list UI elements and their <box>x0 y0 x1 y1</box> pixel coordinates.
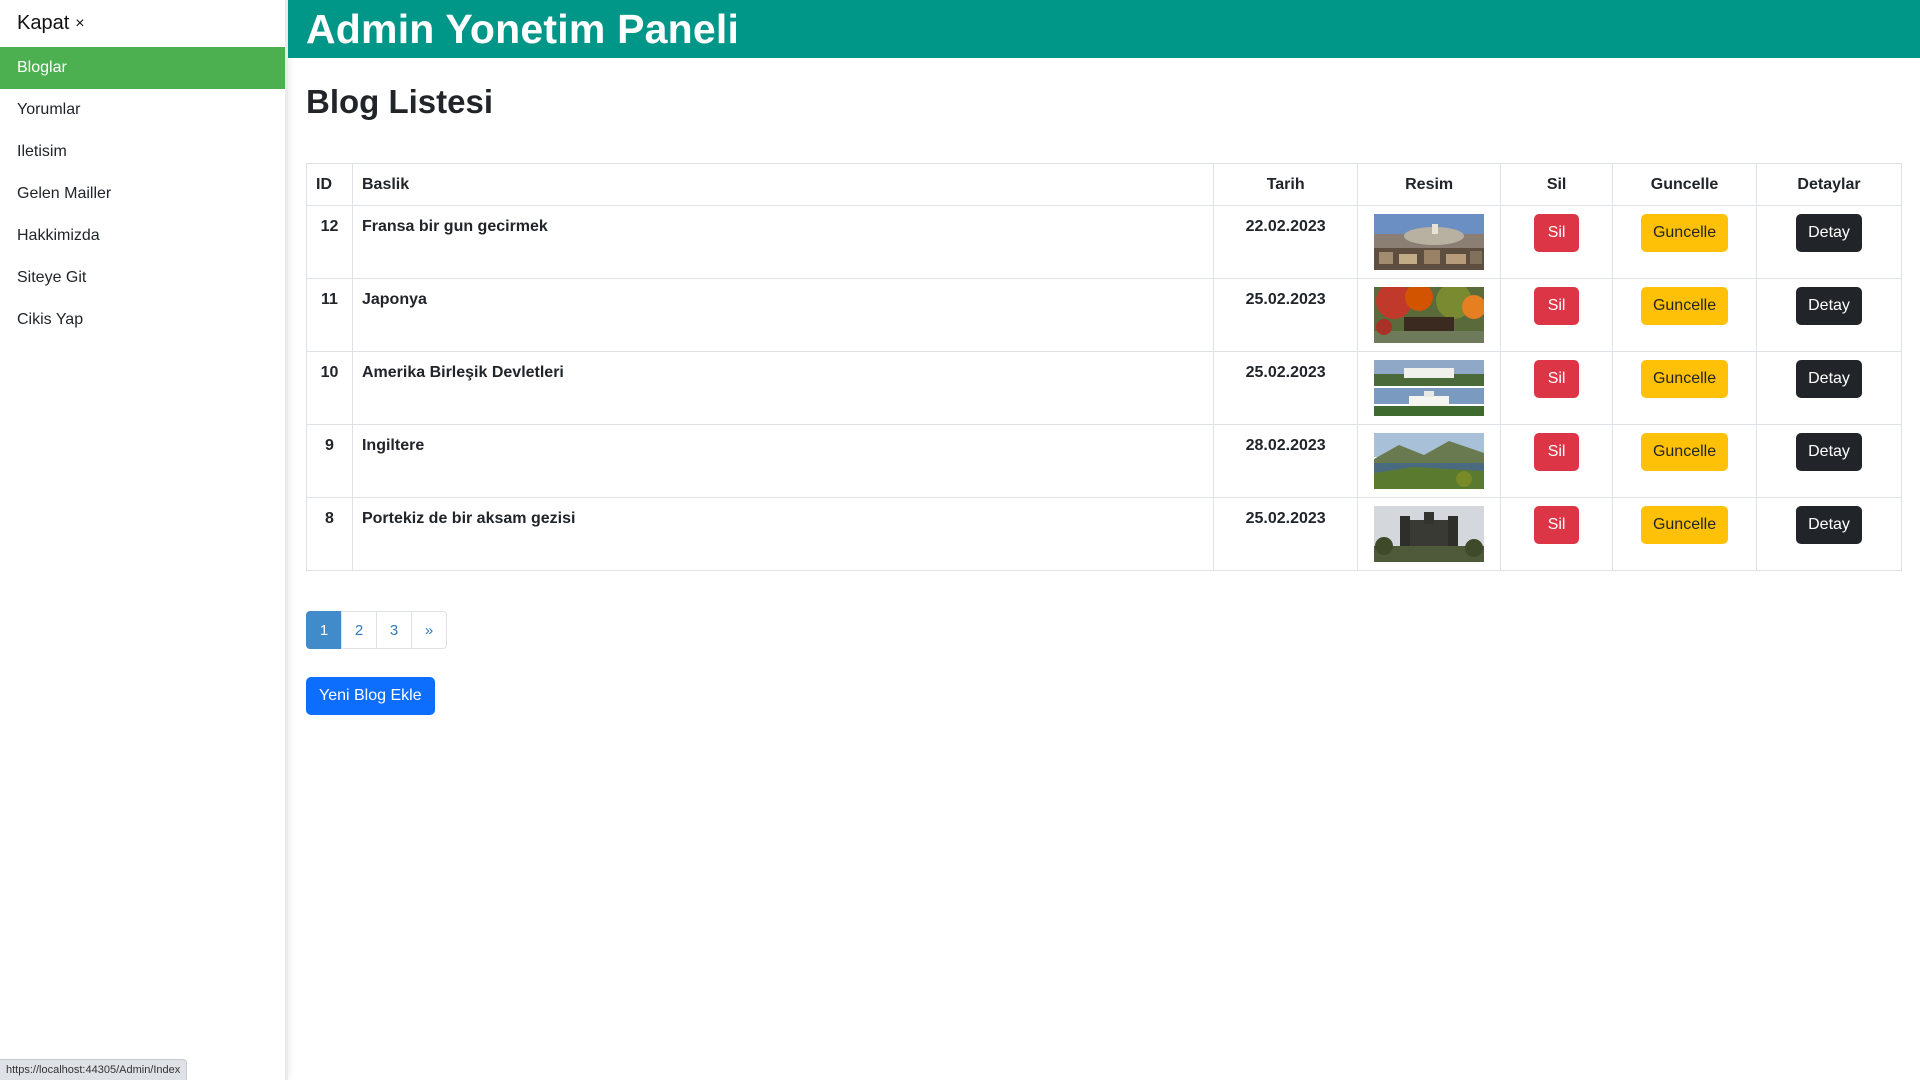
details-button[interactable]: Detay <box>1796 360 1862 398</box>
update-button[interactable]: Guncelle <box>1640 214 1729 252</box>
cell-date: 25.02.2023 <box>1213 278 1359 352</box>
table-row: 8 Portekiz de bir aksam gezisi 25.02.202… <box>306 497 1902 571</box>
cell-id: 8 <box>306 497 353 571</box>
page-title: Blog Listesi <box>306 83 494 120</box>
delete-button[interactable]: Sil <box>1533 506 1580 544</box>
blog-thumbnail-england <box>1374 433 1485 489</box>
page-link-2[interactable]: 2 <box>341 611 377 649</box>
sidebar-item-gelen-mailler[interactable]: Gelen Mailler <box>0 173 285 215</box>
close-label: Kapat <box>17 12 70 34</box>
table-row: 11 Japonya 25.02.2023 Sil Guncelle Detay <box>306 278 1902 352</box>
cell-image <box>1357 497 1502 571</box>
cell-id: 10 <box>306 351 353 425</box>
sidebar-close-button[interactable]: Kapat × <box>0 0 285 47</box>
cell-id: 11 <box>306 278 353 352</box>
delete-button[interactable]: Sil <box>1533 360 1580 398</box>
cell-date: 22.02.2023 <box>1213 205 1359 279</box>
status-bar-url: https://localhost:44305/Admin/Index <box>0 1059 188 1080</box>
blog-thumbnail-portugal <box>1374 506 1485 562</box>
cell-update: Guncelle <box>1612 351 1758 425</box>
cell-id: 12 <box>306 205 353 279</box>
cell-update: Guncelle <box>1612 278 1758 352</box>
cell-details: Detay <box>1756 278 1902 352</box>
column-header-guncelle: Guncelle <box>1612 163 1758 206</box>
sidebar-item-bloglar[interactable]: Bloglar <box>0 47 285 89</box>
main-content: Blog Listesi ID Baslik Tarih Resim Sil G… <box>306 58 1902 715</box>
cell-image <box>1357 424 1502 498</box>
details-button[interactable]: Detay <box>1796 287 1862 325</box>
header-title: Admin Yonetim Paneli <box>306 5 740 52</box>
page-link-1[interactable]: 1 <box>306 611 342 649</box>
update-button[interactable]: Guncelle <box>1640 360 1729 398</box>
cell-delete: Sil <box>1500 205 1614 279</box>
update-button[interactable]: Guncelle <box>1640 287 1729 325</box>
page-link-3[interactable]: 3 <box>376 611 412 649</box>
update-button[interactable]: Guncelle <box>1640 433 1729 471</box>
cell-update: Guncelle <box>1612 424 1758 498</box>
table-header-row: ID Baslik Tarih Resim Sil Guncelle Detay… <box>306 163 1902 206</box>
sidebar-item-yorumlar[interactable]: Yorumlar <box>0 89 285 131</box>
cell-details: Detay <box>1756 351 1902 425</box>
top-header: Admin Yonetim Paneli <box>288 0 1920 58</box>
table-row: 10 Amerika Birleşik Devletleri 25.02.202… <box>306 351 1902 425</box>
sidebar-item-hakkimizda[interactable]: Hakkimizda <box>0 215 285 257</box>
cell-date: 28.02.2023 <box>1213 424 1359 498</box>
cell-details: Detay <box>1756 424 1902 498</box>
delete-button[interactable]: Sil <box>1533 287 1580 325</box>
column-header-detaylar: Detaylar <box>1756 163 1902 206</box>
sidebar-item-siteye-git[interactable]: Siteye Git <box>0 257 285 299</box>
column-header-sil: Sil <box>1500 163 1614 206</box>
cell-update: Guncelle <box>1612 497 1758 571</box>
column-header-tarih: Tarih <box>1213 163 1359 206</box>
cell-details: Detay <box>1756 497 1902 571</box>
table-row: 12 Fransa bir gun gecirmek 22.02.2023 Si… <box>306 205 1902 279</box>
cell-date: 25.02.2023 <box>1213 497 1359 571</box>
details-button[interactable]: Detay <box>1796 214 1862 252</box>
cell-title: Fransa bir gun gecirmek <box>351 205 1215 279</box>
cell-image <box>1357 351 1502 425</box>
sidebar: Kapat × Bloglar Yorumlar Iletisim Gelen … <box>0 0 288 1080</box>
add-blog-button[interactable]: Yeni Blog Ekle <box>306 677 435 715</box>
cell-update: Guncelle <box>1612 205 1758 279</box>
details-button[interactable]: Detay <box>1796 506 1862 544</box>
blog-thumbnail-japan <box>1374 287 1485 343</box>
cell-delete: Sil <box>1500 424 1614 498</box>
cell-title: Ingiltere <box>351 424 1215 498</box>
cell-date: 25.02.2023 <box>1213 351 1359 425</box>
cell-title: Portekiz de bir aksam gezisi <box>351 497 1215 571</box>
details-button[interactable]: Detay <box>1796 433 1862 471</box>
column-header-resim: Resim <box>1357 163 1502 206</box>
blog-thumbnail-paris <box>1374 214 1485 270</box>
column-header-id: ID <box>306 163 353 206</box>
cell-details: Detay <box>1756 205 1902 279</box>
column-header-baslik: Baslik <box>351 163 1215 206</box>
pagination: 1 2 3 » <box>306 611 1902 649</box>
cell-delete: Sil <box>1500 278 1614 352</box>
sidebar-item-cikis-yap[interactable]: Cikis Yap <box>0 299 285 341</box>
page-next-link[interactable]: » <box>411 611 447 649</box>
cell-image <box>1357 205 1502 279</box>
sidebar-item-iletisim[interactable]: Iletisim <box>0 131 285 173</box>
delete-button[interactable]: Sil <box>1533 433 1580 471</box>
blog-thumbnail-white-house <box>1374 360 1485 416</box>
blog-table: ID Baslik Tarih Resim Sil Guncelle Detay… <box>306 163 1902 571</box>
cell-delete: Sil <box>1500 351 1614 425</box>
cell-id: 9 <box>306 424 353 498</box>
close-icon: × <box>75 14 85 32</box>
cell-image <box>1357 278 1502 352</box>
cell-delete: Sil <box>1500 497 1614 571</box>
cell-title: Japonya <box>351 278 1215 352</box>
update-button[interactable]: Guncelle <box>1640 506 1729 544</box>
cell-title: Amerika Birleşik Devletleri <box>351 351 1215 425</box>
table-row: 9 Ingiltere 28.02.2023 Sil Guncelle Deta… <box>306 424 1902 498</box>
delete-button[interactable]: Sil <box>1533 214 1580 252</box>
